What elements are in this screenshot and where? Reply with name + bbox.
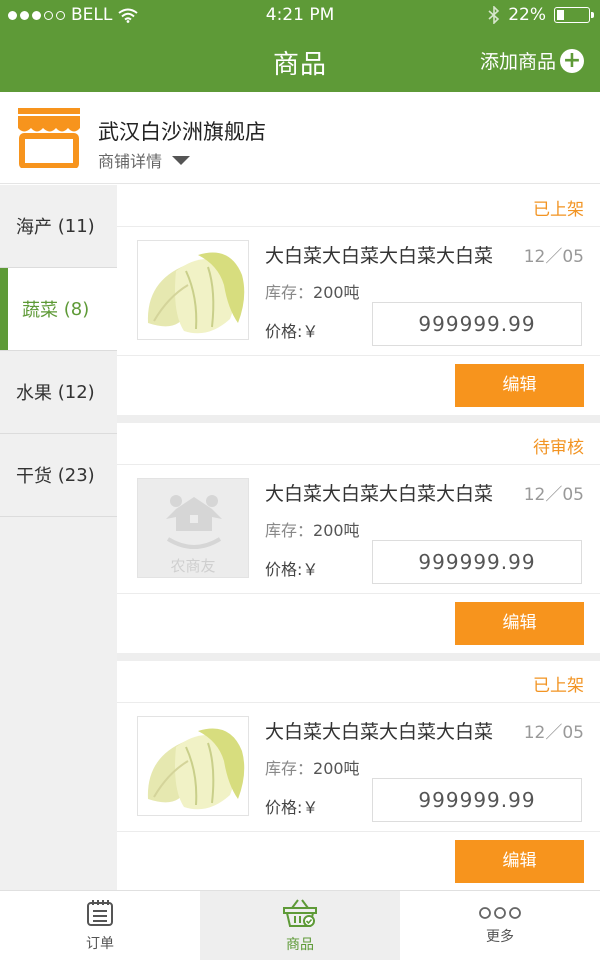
- status-bar: BELL 4:21 PM 22%: [0, 0, 600, 30]
- category-label: 海产: [16, 217, 52, 238]
- product-name: 大白菜大白菜大白菜大白菜: [265, 721, 494, 743]
- category-count: (23): [57, 464, 95, 486]
- stock-label: 库存：: [265, 759, 314, 778]
- top-bar: BELL 4:21 PM 22% 商品 添加商品 +: [0, 0, 600, 92]
- product-name: 大白菜大白菜大白菜大白菜: [265, 245, 494, 267]
- product-name: 大白菜大白菜大白菜大白菜: [265, 483, 494, 505]
- shop-name: 武汉白沙洲旗舰店: [98, 120, 266, 144]
- shop-detail-label: 商铺详情: [98, 152, 163, 171]
- category-label: 干货: [16, 466, 52, 487]
- category-item-fruit[interactable]: 水果 (12): [0, 351, 117, 434]
- price-input[interactable]: 999999.99: [372, 302, 582, 346]
- category-item-dried-goods[interactable]: 干货 (23): [0, 434, 117, 517]
- order-icon: [87, 899, 113, 926]
- category-count: (8): [63, 298, 90, 320]
- category-item-vegetables[interactable]: 蔬菜 (8): [0, 268, 117, 351]
- price-input[interactable]: 999999.99: [372, 540, 582, 584]
- product-stock: 库存：200吨: [265, 279, 360, 303]
- add-product-button[interactable]: 添加商品 +: [480, 47, 584, 74]
- shop-header[interactable]: 武汉白沙洲旗舰店 商铺详情: [0, 92, 600, 184]
- cabbage-image: [147, 252, 245, 334]
- stock-value: 200吨: [313, 283, 360, 302]
- category-count: (11): [57, 215, 95, 237]
- category-count: (12): [57, 381, 95, 403]
- tab-products[interactable]: 商品: [200, 891, 400, 960]
- tab-label: 订单: [86, 935, 114, 952]
- price-label: 价格:￥: [265, 560, 319, 579]
- price-label: 价格:￥: [265, 322, 319, 341]
- category-item-seafood[interactable]: 海产 (11): [0, 185, 117, 268]
- stock-label: 库存：: [265, 283, 314, 302]
- product-date: 12／05: [523, 723, 584, 743]
- tab-label: 更多: [486, 928, 514, 945]
- battery-percent: 22%: [508, 5, 546, 25]
- category-label: 水果: [16, 383, 52, 404]
- listing-status: 已上架: [533, 200, 584, 220]
- tab-label: 商品: [286, 936, 314, 953]
- tab-orders[interactable]: 订单: [0, 891, 200, 960]
- edit-button[interactable]: 编辑: [455, 602, 584, 645]
- product-image: [137, 716, 249, 816]
- product-image: [137, 240, 249, 340]
- price-input[interactable]: 999999.99: [372, 778, 582, 822]
- edit-button[interactable]: 编辑: [455, 364, 584, 407]
- stock-value: 200吨: [313, 521, 360, 540]
- product-image-placeholder: 农商友: [137, 478, 249, 578]
- cabbage-image: [147, 728, 245, 810]
- product-date: 12／05: [523, 247, 584, 267]
- stock-label: 库存：: [265, 521, 314, 540]
- store-icon: [18, 108, 80, 168]
- edit-button[interactable]: 编辑: [455, 840, 584, 883]
- shop-detail-toggle[interactable]: 商铺详情: [98, 148, 191, 172]
- basket-icon: [283, 898, 317, 927]
- more-icon: [479, 906, 521, 919]
- category-label: 蔬菜: [22, 300, 58, 321]
- bluetooth-icon: [488, 6, 500, 24]
- listing-status: 待审核: [533, 438, 584, 458]
- stock-value: 200吨: [313, 759, 360, 778]
- product-stock: 库存：200吨: [265, 517, 360, 541]
- product-card[interactable]: 已上架 大白菜大白菜大白菜大白菜 12／05 库存：200吨 价格:￥ 9999…: [117, 661, 600, 890]
- placeholder-text: 农商友: [170, 557, 216, 575]
- listing-status: 已上架: [533, 676, 584, 696]
- battery-icon: [554, 7, 594, 23]
- add-product-label: 添加商品: [479, 51, 556, 73]
- product-card[interactable]: 待审核 农商友 大白菜大白菜大白菜大白菜 12／05 库存：200吨 价格:￥ …: [117, 423, 600, 653]
- product-card[interactable]: 已上架 大白菜大白菜大白菜大白菜 12／05 库存：200吨 价格:￥ 9999…: [117, 185, 600, 415]
- category-sidebar: 海产 (11) 蔬菜 (8) 水果 (12) 干货 (23): [0, 185, 117, 890]
- tab-more[interactable]: 更多: [400, 891, 600, 960]
- product-date: 12／05: [523, 485, 584, 505]
- chevron-down-icon: [172, 155, 191, 165]
- tab-bar: 订单 商品 更多: [0, 890, 600, 960]
- plus-icon: +: [560, 48, 584, 73]
- price-label: 价格:￥: [265, 798, 319, 817]
- product-stock: 库存：200吨: [265, 755, 360, 779]
- product-list[interactable]: 已上架 大白菜大白菜大白菜大白菜 12／05 库存：200吨 价格:￥ 9999…: [117, 185, 600, 890]
